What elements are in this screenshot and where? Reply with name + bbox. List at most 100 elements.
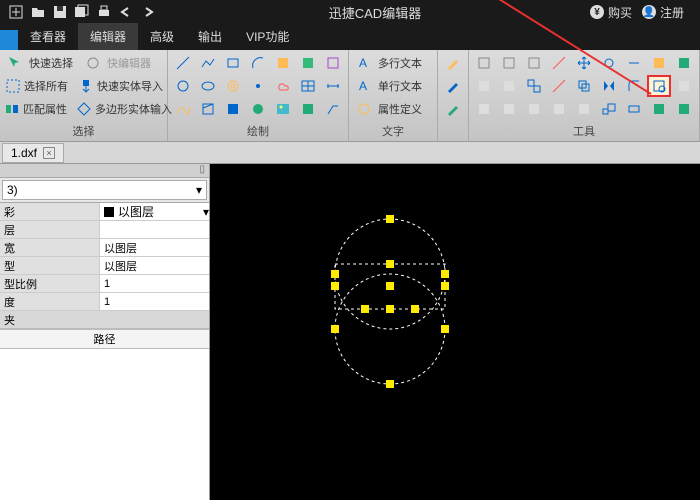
prop-width-val[interactable]: 以图层 xyxy=(100,239,209,256)
tab-output[interactable]: 输出 xyxy=(186,23,234,50)
prop-layer-val[interactable] xyxy=(100,221,209,238)
open-icon[interactable] xyxy=(28,3,48,21)
tool-a3-icon[interactable] xyxy=(523,53,545,73)
tab-advanced[interactable]: 高级 xyxy=(138,23,186,50)
saveall-icon[interactable] xyxy=(72,3,92,21)
svg-text:A: A xyxy=(359,79,367,93)
prop-scale-val[interactable]: 1 xyxy=(100,275,209,292)
section-header[interactable]: 夹 xyxy=(0,311,209,329)
prop-layer-key: 层 xyxy=(0,221,100,238)
scale-icon[interactable] xyxy=(598,99,620,119)
close-icon[interactable]: × xyxy=(43,147,55,159)
tool-a2-icon[interactable] xyxy=(498,53,520,73)
tool-c1-icon[interactable] xyxy=(473,76,495,96)
undo-icon[interactable] xyxy=(116,3,136,21)
image-icon[interactable] xyxy=(272,99,294,119)
save-icon[interactable] xyxy=(50,3,70,21)
tool-c3-icon[interactable] xyxy=(523,76,545,96)
color-swatch xyxy=(104,207,114,217)
attrdef-label: 属性定义 xyxy=(378,101,422,117)
tool-b1-icon[interactable] xyxy=(648,53,670,73)
entity-dropdown[interactable]: 3)▾ xyxy=(2,180,207,200)
tool-a1-icon[interactable] xyxy=(473,53,495,73)
tool-e2-icon[interactable] xyxy=(498,99,520,119)
prop-color-val[interactable]: 以图层▾ xyxy=(100,203,209,220)
cloud-icon[interactable] xyxy=(272,76,294,96)
print-icon[interactable] xyxy=(94,3,114,21)
tool-e1-icon[interactable] xyxy=(473,99,495,119)
tool-d2-icon[interactable] xyxy=(673,76,695,96)
attrdef-icon[interactable] xyxy=(353,99,375,119)
gradient-icon[interactable] xyxy=(222,99,244,119)
spline-icon[interactable] xyxy=(172,99,194,119)
wipeout-icon[interactable] xyxy=(297,99,319,119)
prop-degree-val[interactable]: 1 xyxy=(100,293,209,310)
insert-icon[interactable] xyxy=(322,53,344,73)
mtext-label: 多行文本 xyxy=(378,55,422,71)
tool-c2-icon[interactable] xyxy=(498,76,520,96)
table-icon[interactable] xyxy=(297,76,319,96)
app-menu[interactable] xyxy=(0,30,18,50)
polyline-icon[interactable] xyxy=(197,53,219,73)
property-panel: ▯ 3)▾ 彩以图层▾ 层 宽以图层 型以图层 型比例1 度1 夹 路径 xyxy=(0,164,210,500)
quick-import-icon[interactable] xyxy=(77,76,94,96)
user-icon: 👤 xyxy=(642,5,656,19)
file-tab[interactable]: 1.dxf× xyxy=(2,143,64,163)
mirror-icon[interactable] xyxy=(598,76,620,96)
poly-input-icon[interactable] xyxy=(76,99,92,119)
line-icon[interactable] xyxy=(172,53,194,73)
prop-type-key: 型 xyxy=(0,257,100,274)
panel-grip[interactable]: ▯ xyxy=(0,164,209,178)
tool-f3-icon[interactable] xyxy=(673,99,695,119)
stretch-icon[interactable] xyxy=(623,99,645,119)
prop-scale-key: 型比例 xyxy=(0,275,100,292)
edit2-icon[interactable] xyxy=(442,76,464,96)
tab-viewer[interactable]: 查看器 xyxy=(18,23,78,50)
point-icon[interactable] xyxy=(247,76,269,96)
chevron-down-icon: ▾ xyxy=(196,183,202,197)
block-icon[interactable] xyxy=(297,53,319,73)
tool-f2-icon[interactable] xyxy=(648,99,670,119)
quick-select-icon[interactable] xyxy=(4,53,26,73)
svg-text:A: A xyxy=(359,56,367,70)
tool-e5-icon[interactable] xyxy=(573,99,595,119)
trim-icon[interactable] xyxy=(623,53,645,73)
quick-editor-icon[interactable] xyxy=(82,53,104,73)
region-icon[interactable] xyxy=(247,99,269,119)
path-row[interactable]: 路径 xyxy=(0,329,209,349)
app-title: 迅捷CAD编辑器 xyxy=(160,3,590,22)
chevron-down-icon: ▾ xyxy=(203,205,209,219)
select-all-icon[interactable] xyxy=(4,76,21,96)
tool-e3-icon[interactable] xyxy=(523,99,545,119)
tool-a4-icon[interactable] xyxy=(548,53,570,73)
edit3-icon[interactable] xyxy=(442,99,464,119)
hatch2-icon[interactable] xyxy=(197,99,219,119)
drawing-canvas[interactable] xyxy=(210,164,700,500)
arc-icon[interactable] xyxy=(247,53,269,73)
leader-icon[interactable] xyxy=(322,99,344,119)
redo-icon[interactable] xyxy=(138,3,158,21)
text-icon[interactable]: A xyxy=(353,76,375,96)
copy-icon[interactable] xyxy=(573,76,595,96)
new-icon[interactable] xyxy=(6,3,26,21)
ring-icon[interactable] xyxy=(222,76,244,96)
hatch-icon[interactable] xyxy=(272,53,294,73)
buy-button[interactable]: ¥购买 xyxy=(590,4,632,21)
prop-degree-key: 度 xyxy=(0,293,100,310)
ellipse-icon[interactable] xyxy=(197,76,219,96)
match-prop-icon[interactable] xyxy=(4,99,20,119)
match-prop-label: 匹配属性 xyxy=(23,101,67,117)
mtext-icon[interactable]: A xyxy=(353,53,375,73)
tab-editor[interactable]: 编辑器 xyxy=(78,23,138,50)
tool-e4-icon[interactable] xyxy=(548,99,570,119)
tool-b2-icon[interactable] xyxy=(673,53,695,73)
text-label: 单行文本 xyxy=(378,78,422,94)
dim-icon[interactable] xyxy=(322,76,344,96)
register-button[interactable]: 👤注册 xyxy=(642,4,684,21)
tool-c4-icon[interactable] xyxy=(548,76,570,96)
prop-type-val[interactable]: 以图层 xyxy=(100,257,209,274)
edit1-icon[interactable] xyxy=(442,53,464,73)
rect-icon[interactable] xyxy=(222,53,244,73)
circle-icon[interactable] xyxy=(172,76,194,96)
tab-vip[interactable]: VIP功能 xyxy=(234,23,301,50)
